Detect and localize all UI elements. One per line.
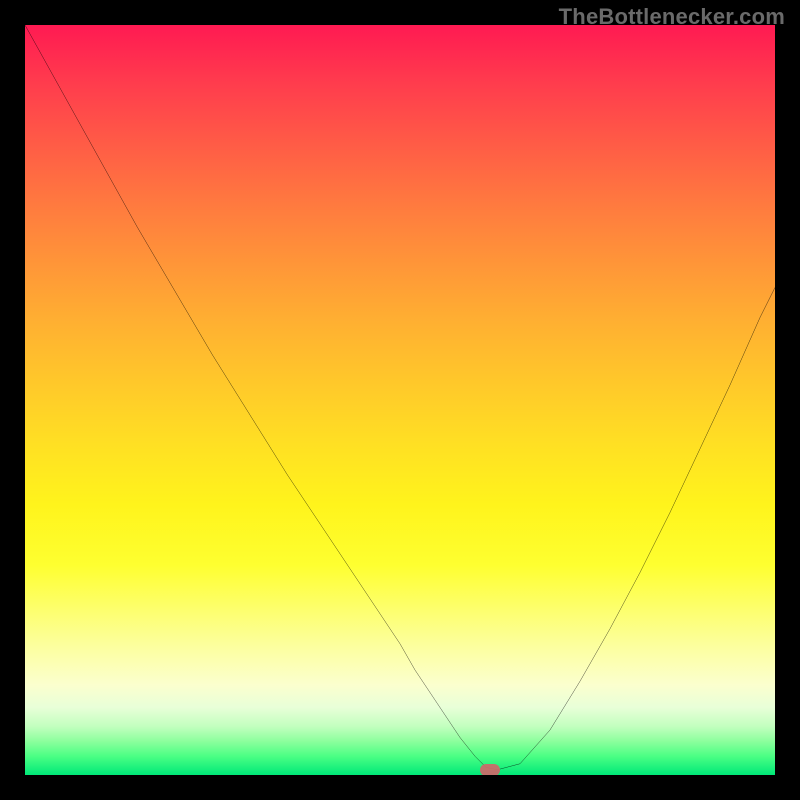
- bottleneck-marker: [480, 764, 500, 775]
- chart-frame: TheBottlenecker.com: [0, 0, 800, 800]
- plot-area: [25, 25, 775, 775]
- attribution-text: TheBottlenecker.com: [559, 4, 785, 30]
- bottleneck-curve: [25, 25, 775, 775]
